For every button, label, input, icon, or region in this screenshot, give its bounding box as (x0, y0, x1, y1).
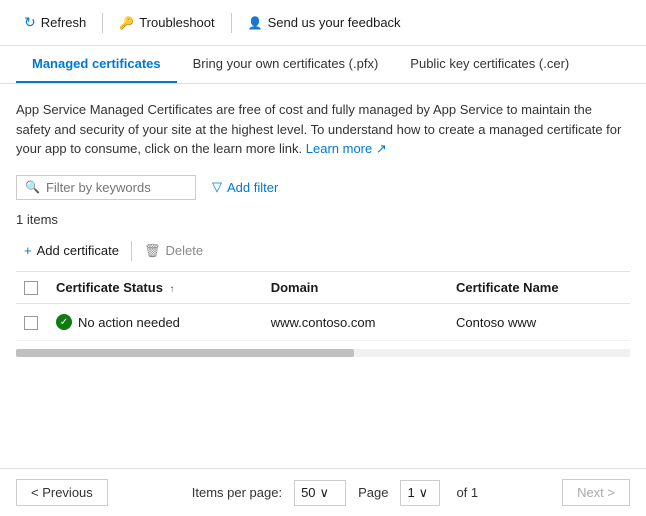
table-header-row: Certificate Status ↑ Domain Certificate … (16, 272, 630, 304)
row-checkbox[interactable] (24, 316, 38, 330)
toolbar: ↻ Refresh 🔑 Troubleshoot 👤 Send us your … (0, 0, 646, 46)
page-chevron-icon: ∨ (419, 485, 429, 501)
items-per-page-label: Items per page: (192, 485, 282, 500)
refresh-label: Refresh (41, 15, 87, 30)
th-checkbox (16, 272, 48, 304)
th-domain: Domain (263, 272, 448, 304)
troubleshoot-button[interactable]: 🔑 Troubleshoot (111, 11, 222, 34)
feedback-icon: 👤 (248, 16, 263, 30)
page-of-label: of 1 (456, 485, 478, 500)
troubleshoot-icon: 🔑 (119, 16, 134, 30)
filter-row: 🔍 ▽ Add filter (16, 175, 630, 200)
status-success-icon: ✓ (56, 314, 72, 330)
row-checkbox-cell (16, 304, 48, 341)
add-filter-button[interactable]: ▽ Add filter (204, 175, 286, 199)
th-status[interactable]: Certificate Status ↑ (48, 272, 263, 304)
feedback-label: Send us your feedback (268, 15, 401, 30)
sort-arrow-icon: ↑ (170, 284, 175, 295)
filter-input[interactable] (46, 180, 187, 195)
delete-button[interactable]: 🗑 Delete (136, 239, 211, 263)
action-separator (131, 241, 132, 261)
certificates-table: Certificate Status ↑ Domain Certificate … (16, 272, 630, 342)
separator-1 (102, 13, 103, 33)
delete-icon: 🗑 (144, 243, 161, 259)
filter-input-wrapper[interactable]: 🔍 (16, 175, 196, 200)
external-link-icon: ↗ (376, 141, 387, 156)
tab-pfx-certificates[interactable]: Bring your own certificates (.pfx) (177, 46, 395, 83)
separator-2 (231, 13, 232, 33)
items-per-page-select[interactable]: 50 ∨ (294, 480, 346, 506)
description-text: App Service Managed Certificates are fre… (16, 100, 630, 159)
add-certificate-button[interactable]: + Add certificate (16, 239, 127, 262)
tabs: Managed certificates Bring your own cert… (0, 46, 646, 84)
status-cell: ✓ No action needed (56, 314, 255, 330)
filter-funnel-icon: ▽ (212, 179, 222, 195)
learn-more-link[interactable]: Learn more ↗ (306, 141, 387, 156)
add-icon: + (24, 243, 32, 258)
footer: < Previous Items per page: 50 ∨ Page 1 ∨… (0, 468, 646, 516)
tab-cer-certificates[interactable]: Public key certificates (.cer) (394, 46, 585, 83)
items-count: 1 items (16, 212, 630, 227)
troubleshoot-label: Troubleshoot (139, 15, 214, 30)
next-button[interactable]: Next > (562, 479, 630, 506)
search-icon: 🔍 (25, 180, 40, 194)
page-select[interactable]: 1 ∨ (400, 480, 440, 506)
row-name-cell: Contoso www (448, 304, 630, 341)
main-content: App Service Managed Certificates are fre… (0, 84, 646, 381)
feedback-button[interactable]: 👤 Send us your feedback (240, 11, 409, 34)
header-checkbox[interactable] (24, 281, 38, 295)
chevron-down-icon: ∨ (320, 485, 330, 501)
refresh-icon: ↻ (24, 14, 36, 31)
previous-button[interactable]: < Previous (16, 479, 108, 506)
row-status-cell: ✓ No action needed (48, 304, 263, 341)
tab-managed-certificates[interactable]: Managed certificates (16, 46, 177, 83)
th-name: Certificate Name (448, 272, 630, 304)
table-row: ✓ No action needed www.contoso.com Conto… (16, 304, 630, 341)
row-domain-cell: www.contoso.com (263, 304, 448, 341)
scrollbar-thumb[interactable] (16, 349, 354, 357)
refresh-button[interactable]: ↻ Refresh (16, 10, 94, 35)
horizontal-scrollbar[interactable] (16, 349, 630, 357)
action-bar: + Add certificate 🗑 Delete (16, 239, 630, 272)
page-label: Page (358, 485, 388, 500)
